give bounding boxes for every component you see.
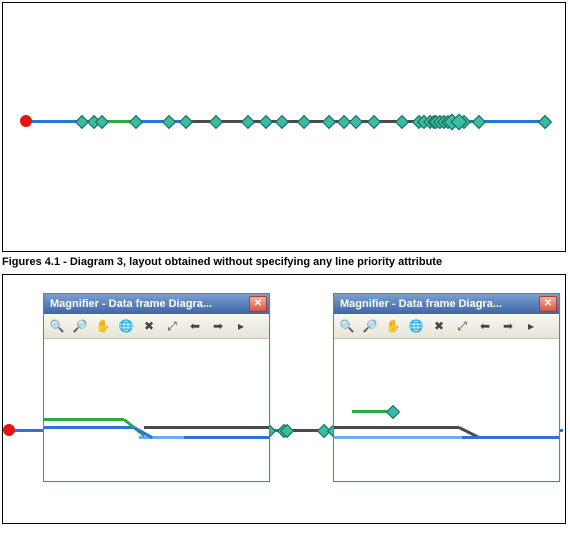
diagram-node — [275, 115, 289, 129]
forward-icon[interactable]: ➡ — [207, 315, 229, 337]
zoom-out-icon[interactable]: 🔎 — [359, 315, 381, 337]
back-icon[interactable]: ⬅ — [184, 315, 206, 337]
diagram-node — [162, 115, 176, 129]
line-segment — [144, 426, 162, 429]
line-segment — [334, 426, 459, 429]
diagram-node — [129, 115, 143, 129]
zoom-in-icon[interactable]: 🔍 — [336, 315, 358, 337]
diagram-node — [386, 405, 400, 419]
forward-icon[interactable]: ➡ — [497, 315, 519, 337]
expand-icon[interactable]: ⤢ — [161, 315, 183, 337]
close-icon[interactable]: ✕ — [249, 296, 267, 312]
figure-caption: Figures 4.1 - Diagram 3, layout obtained… — [2, 256, 570, 268]
line-segment — [162, 426, 269, 429]
figure-bottom-panel: Magnifier - Data frame Diagra...✕🔍🔎✋🌐✖⤢⬅… — [2, 274, 566, 524]
expand-icon[interactable]: ⤢ — [451, 315, 473, 337]
line-segment — [479, 436, 559, 439]
zoom-in-icon[interactable]: 🔍 — [46, 315, 68, 337]
more-icon[interactable]: ▸ — [230, 315, 252, 337]
diagram-node — [209, 115, 223, 129]
magnifier-view — [334, 339, 559, 481]
line-segment — [462, 436, 479, 439]
diagram-node — [259, 115, 273, 129]
root-node — [20, 115, 32, 127]
magnifier-window: Magnifier - Data frame Diagra...✕🔍🔎✋🌐✖⤢⬅… — [43, 293, 270, 482]
globe-icon[interactable]: 🌐 — [405, 315, 427, 337]
line-segment — [44, 426, 134, 429]
diagram-node — [395, 115, 409, 129]
magnifier-titlebar[interactable]: Magnifier - Data frame Diagra...✕ — [334, 294, 559, 314]
magnifier-titlebar[interactable]: Magnifier - Data frame Diagra...✕ — [44, 294, 269, 314]
diagram-node — [322, 115, 336, 129]
diagram-node — [367, 115, 381, 129]
magnifier-window: Magnifier - Data frame Diagra...✕🔍🔎✋🌐✖⤢⬅… — [333, 293, 560, 482]
diagram-node — [349, 115, 363, 129]
diagram-node — [472, 115, 486, 129]
pan-icon[interactable]: ✋ — [382, 315, 404, 337]
figure-top-panel — [2, 2, 566, 252]
back-icon[interactable]: ⬅ — [474, 315, 496, 337]
contract-icon[interactable]: ✖ — [428, 315, 450, 337]
contract-icon[interactable]: ✖ — [138, 315, 160, 337]
magnifier-toolbar: 🔍🔎✋🌐✖⤢⬅➡▸ — [334, 314, 559, 339]
zoom-out-icon[interactable]: 🔎 — [69, 315, 91, 337]
magnifier-title-text: Magnifier - Data frame Diagra... — [340, 298, 539, 310]
magnifier-title-text: Magnifier - Data frame Diagra... — [50, 298, 249, 310]
line-segment — [44, 418, 124, 421]
line-segment — [184, 436, 269, 439]
root-node — [3, 424, 15, 436]
magnifier-toolbar: 🔍🔎✋🌐✖⤢⬅➡▸ — [44, 314, 269, 339]
more-icon[interactable]: ▸ — [520, 315, 542, 337]
diagram-node — [241, 115, 255, 129]
close-icon[interactable]: ✕ — [539, 296, 557, 312]
magnifier-view — [44, 339, 269, 481]
line-segment — [334, 436, 462, 439]
diagram-node — [538, 115, 552, 129]
diagram-node — [297, 115, 311, 129]
globe-icon[interactable]: 🌐 — [115, 315, 137, 337]
pan-icon[interactable]: ✋ — [92, 315, 114, 337]
diagram-node — [179, 115, 193, 129]
